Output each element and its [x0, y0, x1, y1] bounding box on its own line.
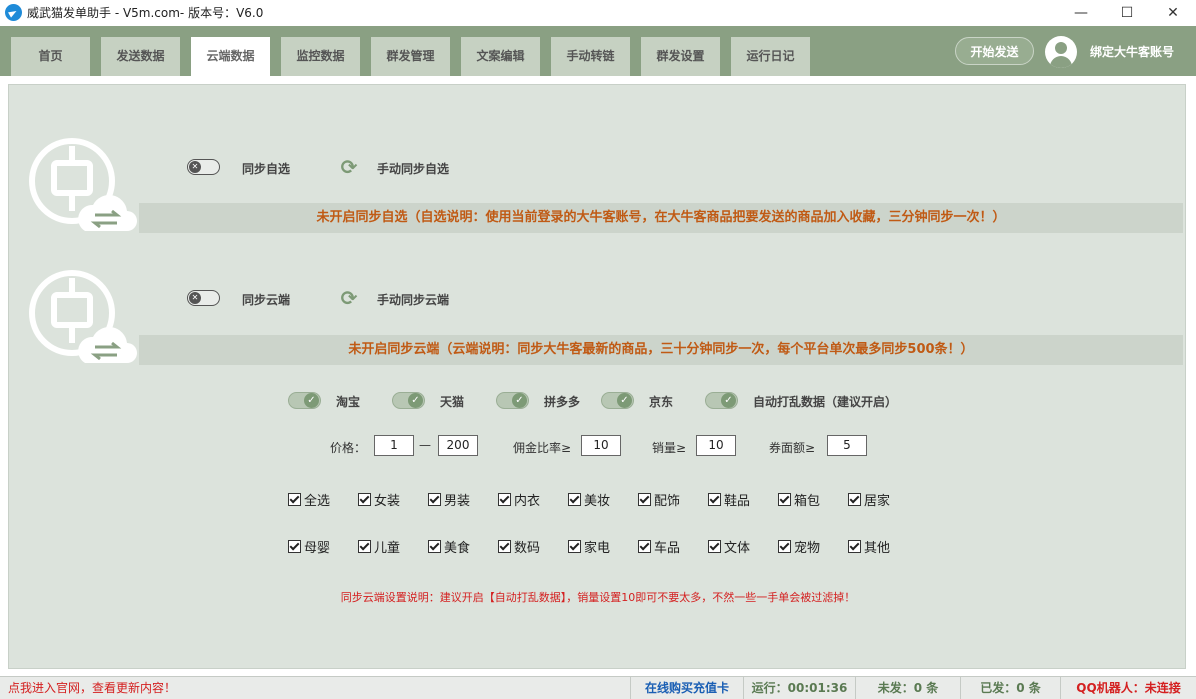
commission-input[interactable]: 10: [581, 435, 621, 456]
checkbox-icon[interactable]: [638, 493, 651, 506]
category-checkbox[interactable]: 内衣: [498, 490, 540, 509]
cloud-sync-icon: [29, 270, 137, 363]
coupon-label: 券面额≥: [769, 441, 816, 455]
category-checkbox[interactable]: 数码: [498, 537, 540, 556]
price-label: 价格：: [330, 441, 367, 455]
refresh-icon[interactable]: ⟳: [339, 157, 359, 177]
sent-count: 已发：0 条: [960, 677, 1060, 699]
manual-sync-self-button[interactable]: 手动同步自选: [377, 160, 449, 177]
minimize-button[interactable]: —: [1058, 0, 1104, 26]
buy-card-link[interactable]: 在线购买充值卡: [630, 677, 743, 699]
checkbox-icon[interactable]: [848, 493, 861, 506]
checkbox-icon[interactable]: [848, 540, 861, 553]
shuffle-data-toggle[interactable]: ✓: [705, 392, 738, 409]
category-checkbox[interactable]: 母婴: [288, 537, 330, 556]
tab-manual-link[interactable]: 手动转链: [551, 37, 630, 76]
start-send-button[interactable]: 开始发送: [955, 37, 1034, 65]
category-checkbox[interactable]: 箱包: [778, 490, 820, 509]
checkbox-icon[interactable]: [568, 540, 581, 553]
category-checkbox[interactable]: 男装: [428, 490, 470, 509]
sync-self-banner: 未开启同步自选（自选说明：使用当前登录的大牛客账号，在大牛客商品把要发送的商品加…: [139, 203, 1183, 233]
checkbox-icon[interactable]: [428, 493, 441, 506]
checkbox-icon[interactable]: [358, 493, 371, 506]
tab-monitor-data[interactable]: 监控数据: [281, 37, 360, 76]
title-bar: 威武猫发单助手 - V5m.com- 版本号：V6.0 — ☐ ✕: [0, 0, 1196, 26]
price-separator: —: [419, 438, 431, 452]
checkbox-icon[interactable]: [778, 493, 791, 506]
sync-cloud-note: 同步云端设置说明：建议开启【自动打乱数据】，销量设置10即可不要太多，不然一些一…: [340, 591, 856, 604]
category-checkbox[interactable]: 宠物: [778, 537, 820, 556]
tab-copy-edit[interactable]: 文案编辑: [461, 37, 540, 76]
sales-input[interactable]: 10: [696, 435, 736, 456]
platform-taobao-label: 淘宝: [336, 395, 361, 409]
checkbox-icon[interactable]: [428, 540, 441, 553]
user-avatar-icon[interactable]: [1045, 36, 1077, 68]
main-nav: 首页 发送数据 云端数据 监控数据 群发管理 文案编辑 手动转链 群发设置 运行…: [0, 26, 1196, 76]
platform-jd-label: 京东: [649, 395, 674, 409]
sync-cloud-label: 同步云端: [242, 293, 291, 307]
category-checkbox[interactable]: 车品: [638, 537, 680, 556]
sales-label: 销量≥: [652, 441, 687, 455]
price-max-input[interactable]: 200: [438, 435, 478, 456]
category-checkbox[interactable]: 女装: [358, 490, 400, 509]
tab-send-data[interactable]: 发送数据: [101, 37, 180, 76]
category-checkbox[interactable]: 鞋品: [708, 490, 750, 509]
run-time: 运行：00:01:36: [743, 677, 855, 699]
website-link[interactable]: 点我进入官网，查看更新内容！: [0, 677, 630, 699]
sync-self-toggle[interactable]: ✕: [187, 159, 220, 175]
platform-pdd-label: 拼多多: [544, 395, 581, 409]
cloud-data-panel: ✕ 同步自选 ⟳ 手动同步自选 未开启同步自选（自选说明：使用当前登录的大牛客账…: [8, 84, 1186, 669]
window-title: 威武猫发单助手 - V5m.com- 版本号：V6.0: [27, 6, 264, 20]
unsent-count: 未发：0 条: [855, 677, 960, 699]
close-button[interactable]: ✕: [1150, 0, 1196, 26]
checkbox-icon[interactable]: [638, 540, 651, 553]
checkbox-icon[interactable]: [498, 540, 511, 553]
price-min-input[interactable]: 1: [374, 435, 414, 456]
commission-label: 佣金比率≥: [513, 441, 572, 455]
platform-jd-toggle[interactable]: ✓: [601, 392, 634, 409]
shuffle-data-label: 自动打乱数据（建议开启）: [753, 395, 898, 409]
tab-cloud-data[interactable]: 云端数据: [191, 37, 270, 76]
tab-group-manage[interactable]: 群发管理: [371, 37, 450, 76]
platform-taobao-toggle[interactable]: ✓: [288, 392, 321, 409]
checkbox-icon[interactable]: [498, 493, 511, 506]
category-checkbox[interactable]: 美妆: [568, 490, 610, 509]
sync-cloud-banner: 未开启同步云端（云端说明：同步大牛客最新的商品，三十分钟同步一次，每个平台单次最…: [139, 335, 1183, 365]
checkbox-icon[interactable]: [778, 540, 791, 553]
refresh-icon[interactable]: ⟳: [339, 288, 359, 308]
app-icon: [5, 4, 22, 21]
category-checkbox[interactable]: 配饰: [638, 490, 680, 509]
category-checkbox[interactable]: 居家: [848, 490, 890, 509]
sync-cloud-toggle[interactable]: ✕: [187, 290, 220, 306]
tab-run-log[interactable]: 运行日记: [731, 37, 810, 76]
coupon-input[interactable]: 5: [827, 435, 867, 456]
category-checkbox[interactable]: 文体: [708, 537, 750, 556]
checkbox-icon[interactable]: [708, 540, 721, 553]
status-bar: 点我进入官网，查看更新内容！ 在线购买充值卡 运行：00:01:36 未发：0 …: [0, 676, 1196, 699]
checkbox-icon[interactable]: [358, 540, 371, 553]
cloud-sync-icon: [29, 138, 137, 231]
category-checkbox-all[interactable]: 全选: [288, 490, 330, 509]
category-checkbox[interactable]: 家电: [568, 537, 610, 556]
tab-home[interactable]: 首页: [11, 37, 90, 76]
sync-self-label: 同步自选: [242, 162, 291, 176]
category-checkbox[interactable]: 儿童: [358, 537, 400, 556]
checkbox-icon[interactable]: [708, 493, 721, 506]
checkbox-icon[interactable]: [288, 493, 301, 506]
category-checkbox[interactable]: 其他: [848, 537, 890, 556]
tab-group-settings[interactable]: 群发设置: [641, 37, 720, 76]
checkbox-icon[interactable]: [288, 540, 301, 553]
checkbox-icon[interactable]: [568, 493, 581, 506]
platform-pdd-toggle[interactable]: ✓: [496, 392, 529, 409]
qq-robot-status: QQ机器人：未连接: [1060, 677, 1196, 699]
maximize-button[interactable]: ☐: [1104, 0, 1150, 26]
platform-tmall-label: 天猫: [440, 395, 465, 409]
bind-account-link[interactable]: 绑定大牛客账号: [1090, 43, 1174, 60]
platform-tmall-toggle[interactable]: ✓: [392, 392, 425, 409]
manual-sync-cloud-button[interactable]: 手动同步云端: [377, 291, 449, 308]
category-checkbox[interactable]: 美食: [428, 537, 470, 556]
